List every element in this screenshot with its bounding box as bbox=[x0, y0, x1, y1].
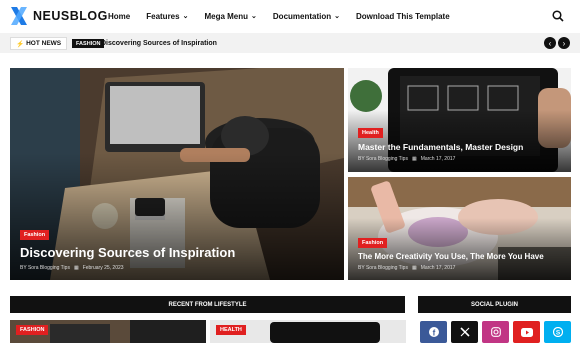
hot-news-label: HOT NEWS bbox=[26, 40, 62, 47]
nav-item-mega-menu[interactable]: Mega Menu ⌄ bbox=[204, 12, 256, 21]
calendar-icon: ▦ bbox=[73, 265, 79, 271]
chevron-left-icon[interactable]: ‹ bbox=[544, 37, 556, 49]
category-tag[interactable]: FASHION bbox=[16, 325, 49, 335]
post-author[interactable]: BY Sora Blogging Tips bbox=[20, 265, 70, 271]
logo-text: NEUSBLOG bbox=[33, 9, 108, 23]
nav-label: Download This Template bbox=[356, 12, 450, 21]
svg-text:S: S bbox=[555, 330, 560, 337]
calendar-icon: ▦ bbox=[411, 156, 417, 162]
youtube-icon bbox=[520, 327, 533, 337]
nav-label: Mega Menu bbox=[204, 12, 249, 21]
instagram-button[interactable] bbox=[482, 321, 509, 343]
skype-icon: S bbox=[552, 327, 563, 337]
social-plugin-heading: SOCIAL PLUGIN bbox=[418, 296, 571, 313]
category-tag[interactable]: Health bbox=[358, 128, 383, 138]
bolt-icon: ⚡ bbox=[16, 40, 25, 48]
x-icon bbox=[459, 327, 470, 337]
featured-main-title[interactable]: Discovering Sources of Inspiration bbox=[20, 245, 235, 260]
chevron-down-icon: ⌄ bbox=[334, 12, 341, 20]
nav-label: Home bbox=[108, 12, 131, 21]
category-tag[interactable]: Fashion bbox=[20, 230, 50, 240]
nav-label: Features bbox=[146, 12, 180, 21]
post-author[interactable]: BY Sora Blogging Tips bbox=[358, 156, 408, 162]
post-meta: BY Sora Blogging Tips ▦ February 25, 202… bbox=[20, 265, 124, 271]
chevron-right-icon[interactable]: › bbox=[558, 37, 570, 49]
youtube-button[interactable] bbox=[513, 321, 540, 343]
recent-post-card[interactable]: HEALTH bbox=[210, 320, 406, 343]
search-icon[interactable] bbox=[552, 10, 564, 22]
facebook-icon: f bbox=[428, 327, 439, 338]
ticker-headline[interactable]: Discovering Sources of Inspiration bbox=[101, 39, 217, 48]
featured-top-card[interactable]: Health Master the Fundamentals, Master D… bbox=[348, 68, 571, 172]
post-meta: BY Sora Blogging Tips ▦ March 17, 2017 bbox=[358, 156, 455, 162]
featured-main-card[interactable]: Fashion Discovering Sources of Inspirati… bbox=[10, 68, 344, 280]
category-tag[interactable]: Fashion bbox=[358, 238, 388, 248]
main-nav: Home Features ⌄ Mega Menu ⌄ Documentation ⌄… bbox=[108, 0, 450, 33]
chevron-down-icon: ⌄ bbox=[182, 12, 189, 20]
site-header: NEUSBLOG Home Features ⌄ Mega Menu ⌄ Docum… bbox=[0, 0, 580, 33]
calendar-icon: ▦ bbox=[411, 265, 417, 271]
post-date: March 17, 2017 bbox=[420, 265, 456, 271]
featured-bottom-card[interactable]: Fashion The More Creativity You Use, The… bbox=[348, 177, 571, 280]
skype-button[interactable]: S bbox=[544, 321, 571, 343]
nav-item-home[interactable]: Home bbox=[108, 12, 130, 21]
featured-top-title[interactable]: Master the Fundamentals, Master Design bbox=[358, 142, 523, 152]
nav-item-download[interactable]: Download This Template bbox=[356, 12, 450, 21]
image-overlay bbox=[10, 152, 344, 280]
post-meta: BY Sora Blogging Tips ▦ March 17, 2017 bbox=[358, 265, 455, 271]
image-overlay bbox=[348, 109, 571, 172]
post-date: February 25, 2023 bbox=[82, 265, 124, 271]
recent-lifestyle-heading: RECENT FROM LIFESTYLE bbox=[10, 296, 405, 313]
x-button[interactable] bbox=[451, 321, 478, 343]
site-logo[interactable]: NEUSBLOG bbox=[11, 6, 108, 26]
ticker-tag[interactable]: FASHION bbox=[72, 39, 105, 48]
featured-bottom-title[interactable]: The More Creativity You Use, The More Yo… bbox=[358, 252, 544, 261]
svg-text:f: f bbox=[432, 329, 435, 338]
chevron-down-icon: ⌄ bbox=[251, 12, 257, 20]
post-date: March 17, 2017 bbox=[420, 156, 456, 162]
nav-item-features[interactable]: Features ⌄ bbox=[146, 12, 188, 21]
logo-mark-icon bbox=[11, 7, 27, 25]
recent-post-card[interactable]: FASHION bbox=[10, 320, 206, 343]
hot-news-badge: ⚡ HOT NEWS bbox=[10, 37, 68, 50]
nav-label: Documentation bbox=[272, 12, 332, 21]
instagram-icon bbox=[490, 327, 501, 337]
post-author[interactable]: BY Sora Blogging Tips bbox=[358, 265, 408, 271]
category-tag[interactable]: HEALTH bbox=[216, 325, 246, 335]
facebook-button[interactable]: f bbox=[420, 321, 447, 343]
nav-item-documentation[interactable]: Documentation ⌄ bbox=[273, 12, 340, 21]
